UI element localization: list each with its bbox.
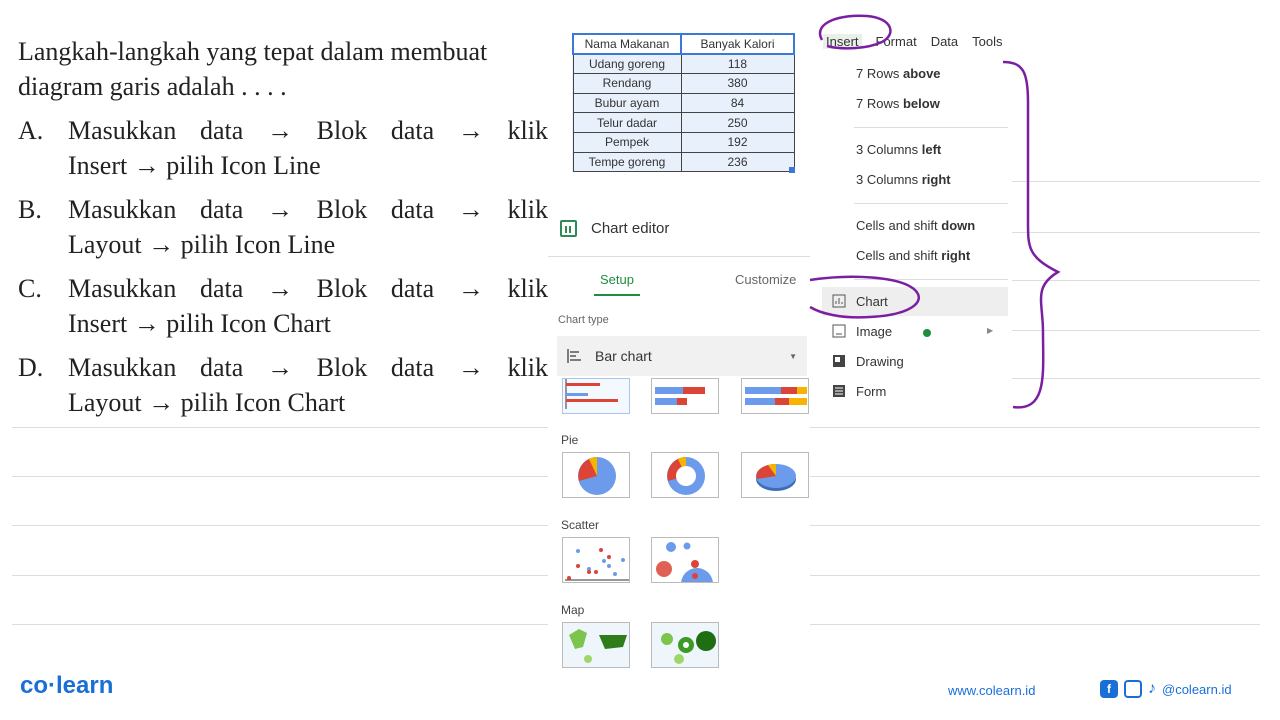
social-handle: @colearn.id: [1162, 681, 1232, 697]
website-link[interactable]: www.colearn.id: [948, 683, 1035, 698]
facebook-icon[interactable]: f: [1100, 680, 1118, 698]
colearn-logo: co·learn: [20, 672, 114, 699]
tiktok-icon[interactable]: ♪: [1148, 680, 1156, 698]
instagram-icon[interactable]: [1124, 680, 1142, 698]
social-links: f ♪ @colearn.id: [1100, 680, 1232, 698]
handwritten-annotations: [809, 14, 1061, 409]
